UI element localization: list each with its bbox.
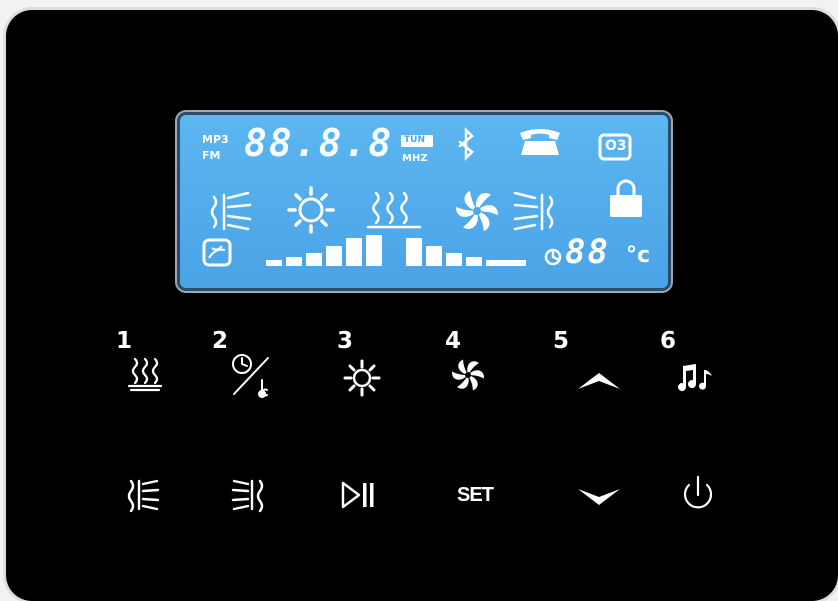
lcd-display: MP3 FM 88.8.8 TUN MHZ O3 88 °c <box>180 115 668 288</box>
sun-lcd-icon <box>287 186 335 234</box>
down-arrow-icon <box>578 489 620 505</box>
steam-icon <box>127 357 163 392</box>
frequency-segments: 88.8.8 <box>244 121 394 165</box>
tun-label: TUN <box>404 135 425 145</box>
play-pause-button[interactable] <box>322 465 392 525</box>
heat-right-lcd-icon <box>513 191 554 231</box>
set-icon: SET <box>457 483 494 506</box>
music-icon <box>678 364 712 392</box>
hand-spray-lcd-icon <box>202 238 232 267</box>
down-button[interactable] <box>564 468 634 528</box>
fan-button[interactable] <box>433 345 503 405</box>
fan-lcd-icon <box>456 190 498 232</box>
mhz-label: MHZ <box>402 153 428 164</box>
phone-icon <box>520 129 560 155</box>
power-icon <box>683 475 713 509</box>
power-button[interactable] <box>663 465 733 525</box>
heat-left-lcd-icon <box>210 191 252 231</box>
steam-button[interactable] <box>110 345 180 405</box>
fan-icon <box>452 359 484 391</box>
mp3-label: MP3 <box>202 133 229 146</box>
light-icon <box>343 359 381 397</box>
lock-icon <box>610 195 642 217</box>
heat-right-icon <box>231 479 264 513</box>
set-button[interactable]: SET <box>440 465 510 525</box>
temperature-digits: 88 <box>565 232 610 272</box>
celsius-label: °c <box>626 243 651 268</box>
heat-left-button[interactable] <box>108 465 178 525</box>
up-button[interactable] <box>564 350 634 410</box>
bluetooth-icon <box>458 126 474 162</box>
level-bars <box>266 235 526 266</box>
timer-temperature-icon <box>232 354 269 398</box>
up-arrow-icon <box>578 373 620 389</box>
play-pause-icon <box>341 481 374 509</box>
ozone-label: O3 <box>605 138 627 154</box>
heat-left-icon <box>127 479 160 513</box>
music-button[interactable] <box>661 348 731 408</box>
steam-lcd-icon <box>366 191 422 229</box>
fm-label: FM <box>202 149 221 162</box>
timer-temperature-button[interactable] <box>216 345 286 405</box>
heat-right-button[interactable] <box>213 465 283 525</box>
light-button[interactable] <box>327 348 397 408</box>
